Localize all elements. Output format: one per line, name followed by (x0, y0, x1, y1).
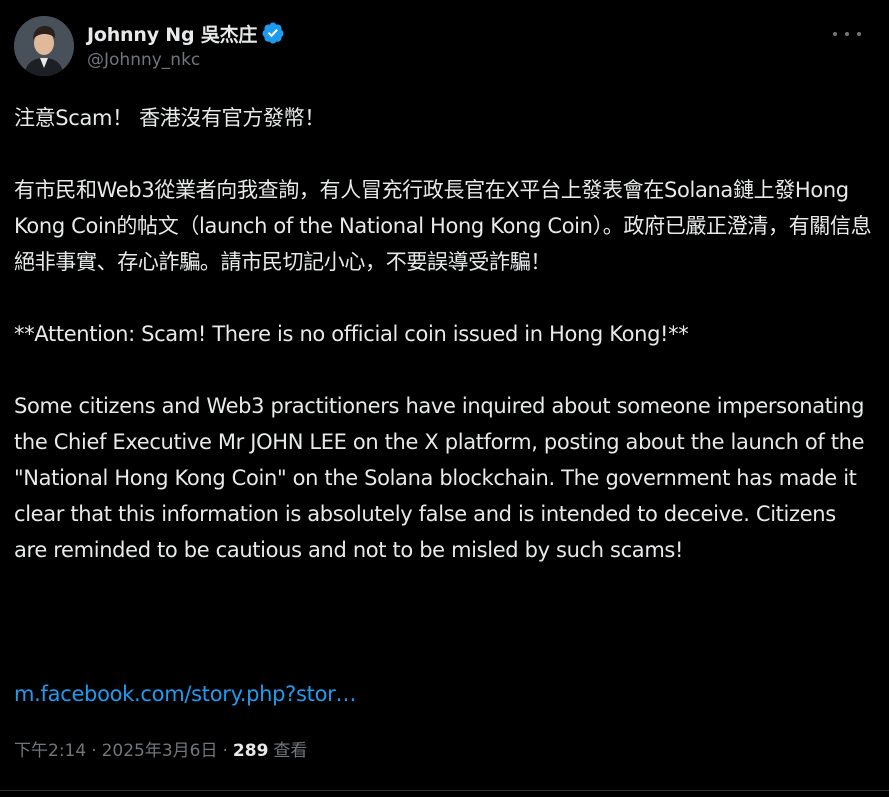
verified-badge-icon[interactable] (261, 21, 285, 45)
post-date[interactable]: 2025年3月6日 (102, 736, 218, 766)
avatar[interactable] (14, 16, 74, 76)
more-options-button[interactable] (833, 24, 861, 44)
more-horizontal-icon-dot (845, 32, 849, 36)
views-count[interactable]: 289 (233, 736, 269, 766)
handle[interactable]: @Johnny_nkc (87, 50, 285, 70)
person-avatar-icon (14, 16, 74, 76)
tweet: Johnny Ng 吳杰庄 @Johnny_nkc 注意Scam！ 香港沒有官方… (0, 0, 889, 797)
tweet-paragraph: Some citizens and Web3 practitioners hav… (14, 394, 871, 562)
divider (0, 790, 889, 791)
separator: · (91, 741, 97, 761)
tweet-text: 注意Scam！ 香港沒有官方發幣！ 有市民和Web3從業者向我查詢，有人冒充行政… (14, 100, 874, 568)
tweet-paragraph: 注意Scam！ 香港沒有官方發幣！ (14, 106, 325, 130)
author-block: Johnny Ng 吳杰庄 @Johnny_nkc (87, 18, 285, 70)
display-name[interactable]: Johnny Ng 吳杰庄 (87, 20, 257, 47)
name-row: Johnny Ng 吳杰庄 (87, 18, 285, 48)
separator: · (222, 741, 228, 761)
more-horizontal-icon (833, 32, 837, 36)
external-link[interactable]: m.facebook.com/story.php?stor… (14, 676, 356, 712)
tweet-meta: 下午2:14 · 2025年3月6日 · 289 查看 (14, 736, 307, 766)
tweet-header: Johnny Ng 吳杰庄 @Johnny_nkc (14, 16, 875, 78)
tweet-paragraph: 有市民和Web3從業者向我查詢，有人冒充行政長官在X平台上發表會在Solana鏈… (14, 178, 872, 274)
more-horizontal-icon-dot (857, 32, 861, 36)
views-label: 查看 (273, 741, 308, 761)
post-time[interactable]: 下午2:14 (14, 736, 86, 766)
tweet-paragraph: **Attention: Scam! There is no official … (14, 322, 689, 346)
